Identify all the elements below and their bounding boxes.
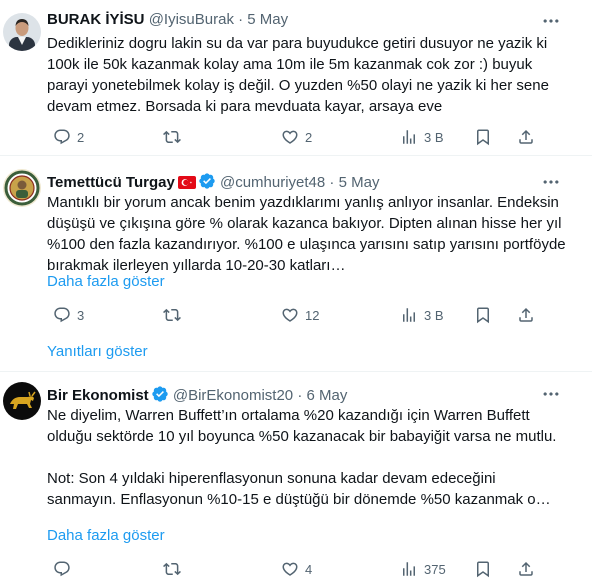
tweet-3[interactable]: Bir Ekonomist @BirEkonomist20 · 6 May Ne… xyxy=(0,372,592,584)
retweet-icon xyxy=(163,560,181,578)
author-handle[interactable]: @cumhuriyet48 xyxy=(220,174,325,191)
like-count: 2 xyxy=(305,129,313,145)
bookmark-icon xyxy=(474,560,492,578)
reply-icon xyxy=(53,560,71,578)
views-button[interactable]: 3 B xyxy=(400,127,444,147)
reply-button[interactable]: 3 xyxy=(53,305,84,325)
more-icon[interactable] xyxy=(541,384,561,404)
views-count: 375 xyxy=(424,561,446,577)
avatar[interactable] xyxy=(3,169,41,207)
tweet-2[interactable]: Temettücü Turgay @cumhuriyet48 · 5 May M… xyxy=(0,156,592,336)
views-icon xyxy=(400,306,418,324)
separator: · xyxy=(238,11,244,28)
views-icon xyxy=(400,128,418,146)
like-icon xyxy=(281,560,299,578)
bookmark-button[interactable] xyxy=(474,559,492,579)
avatar[interactable] xyxy=(3,13,41,51)
like-button[interactable]: 4 xyxy=(281,559,312,579)
retweet-icon xyxy=(163,128,181,146)
views-count: 3 B xyxy=(424,307,444,323)
tweet-date[interactable]: 5 May xyxy=(247,11,288,28)
share-button[interactable] xyxy=(517,559,535,579)
tweet-actions: 4 375 xyxy=(47,559,547,579)
separator: · xyxy=(329,174,335,191)
bookmark-button[interactable] xyxy=(474,127,492,147)
show-replies-link[interactable]: Yanıtları göster xyxy=(47,343,148,360)
author-handle[interactable]: @IyisuBurak xyxy=(149,11,234,28)
tweet-header: Temettücü Turgay @cumhuriyet48 · 5 May xyxy=(47,172,379,194)
reply-icon xyxy=(53,128,71,146)
views-button[interactable]: 3 B xyxy=(400,305,444,325)
views-button[interactable]: 375 xyxy=(400,559,446,579)
reply-count: 2 xyxy=(77,129,85,145)
bookmark-icon xyxy=(474,306,492,324)
tweet-1[interactable]: BURAK İYİSU @IyisuBurak · 5 May Dedikler… xyxy=(0,0,592,150)
verified-badge-icon xyxy=(198,172,216,190)
share-icon xyxy=(517,128,535,146)
share-icon xyxy=(517,560,535,578)
like-button[interactable]: 2 xyxy=(281,127,312,147)
like-icon xyxy=(281,306,299,324)
retweet-button[interactable] xyxy=(163,305,187,325)
tweet-date[interactable]: 6 May xyxy=(306,387,347,404)
share-icon xyxy=(517,306,535,324)
retweet-button[interactable] xyxy=(163,559,187,579)
author-name[interactable]: Bir Ekonomist xyxy=(47,387,149,404)
views-count: 3 B xyxy=(424,129,444,145)
reply-button[interactable]: 2 xyxy=(53,127,84,147)
tweet-date[interactable]: 5 May xyxy=(339,174,380,191)
more-icon[interactable] xyxy=(541,11,561,31)
retweet-icon xyxy=(163,306,181,324)
more-icon[interactable] xyxy=(541,172,561,192)
author-handle[interactable]: @BirEkonomist20 xyxy=(173,387,293,404)
tweet-header: Bir Ekonomist @BirEkonomist20 · 6 May xyxy=(47,385,347,405)
show-more-link[interactable]: Daha fazla göster xyxy=(47,272,165,292)
retweet-button[interactable] xyxy=(163,127,187,147)
separator: · xyxy=(297,387,303,404)
tweet-header: BURAK İYİSU @IyisuBurak · 5 May xyxy=(47,11,288,29)
verified-badge-icon xyxy=(151,385,169,403)
show-more-link[interactable]: Daha fazla göster xyxy=(47,526,165,546)
author-name[interactable]: Temettücü Turgay xyxy=(47,174,175,191)
tweet-actions: 2 2 3 B xyxy=(47,127,547,147)
like-icon xyxy=(281,128,299,146)
reply-icon xyxy=(53,306,71,324)
reply-count: 3 xyxy=(77,307,85,323)
bookmark-button[interactable] xyxy=(474,305,492,325)
share-button[interactable] xyxy=(517,127,535,147)
tweet-text: Ne diyelim, Warren Buffett’ın ortalama %… xyxy=(47,407,557,508)
views-icon xyxy=(400,560,418,578)
reply-button[interactable] xyxy=(53,559,77,579)
tweet-actions: 3 12 3 B xyxy=(47,305,547,325)
like-count: 4 xyxy=(305,561,313,577)
bookmark-icon xyxy=(474,128,492,146)
avatar[interactable] xyxy=(3,382,41,420)
like-count: 12 xyxy=(305,307,320,323)
tweet-text: Dedikleriniz dogru lakin su da var para … xyxy=(47,35,549,115)
author-name[interactable]: BURAK İYİSU xyxy=(47,11,145,28)
like-button[interactable]: 12 xyxy=(281,305,319,325)
tweet-text: Mantıklı bir yorum ancak benim yazdıklar… xyxy=(47,194,566,274)
share-button[interactable] xyxy=(517,305,535,325)
